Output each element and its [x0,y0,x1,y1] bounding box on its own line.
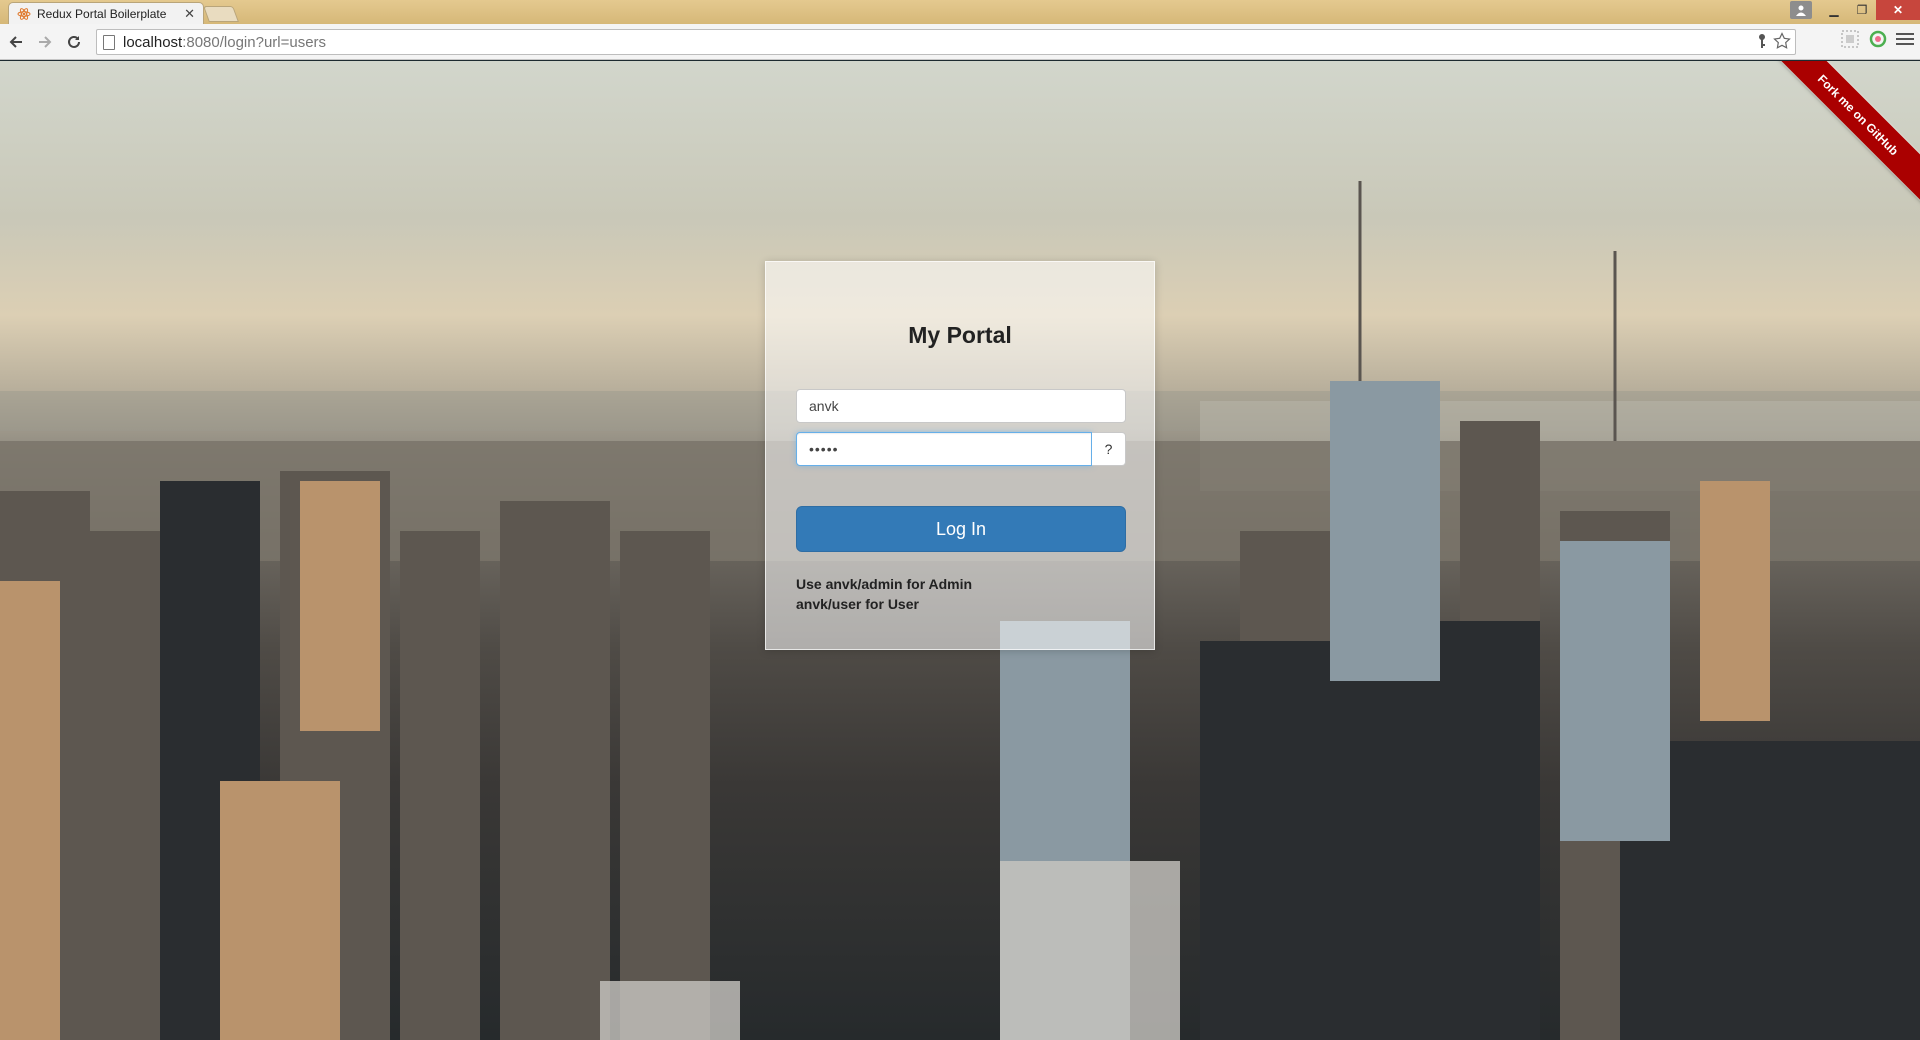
login-hint: Use anvk/admin for Admin anvk/user for U… [796,574,1124,614]
star-icon[interactable] [1773,32,1791,54]
url-host: localhost [123,33,183,51]
url-path: :8080/login?url=users [182,33,327,51]
tab-close-icon[interactable]: ✕ [184,7,195,20]
hint-admin: Use anvk/admin for Admin [796,576,973,592]
extension-circle-icon[interactable] [1868,29,1888,49]
login-button[interactable]: Log In [796,506,1126,552]
browser-tab[interactable]: Redux Portal Boilerplate ✕ [8,2,204,24]
minimize-icon[interactable]: ▁ [1820,0,1848,20]
forward-arrow-icon[interactable] [32,29,58,55]
react-favicon-icon [17,7,31,21]
portal-title: My Portal [908,322,1012,348]
password-input[interactable] [796,432,1092,466]
back-arrow-icon[interactable] [3,29,29,55]
login-card: My Portal ? Log In Use anvk/admin for Ad… [765,261,1155,650]
password-help-button[interactable]: ? [1092,432,1126,466]
fork-me-ribbon-label[interactable]: Fork me on GitHub [1770,61,1920,203]
reload-icon[interactable] [61,29,87,55]
page-icon [103,34,115,50]
hint-user: anvk/user for User [796,596,919,612]
password-row: ? [796,432,1126,466]
close-window-icon[interactable]: ✕ [1876,0,1920,20]
username-input[interactable] [796,389,1126,423]
key-icon[interactable] [1757,33,1767,53]
new-tab-button[interactable] [203,6,239,22]
address-bar[interactable]: localhost:8080/login?url=users [96,29,1796,55]
browser-toolbar: localhost:8080/login?url=users [0,24,1920,60]
browser-titlebar: Redux Portal Boilerplate ✕ ▁ ❐ ✕ [0,0,1920,24]
tab-title: Redux Portal Boilerplate [37,6,167,21]
window-controls: ▁ ❐ ✕ [1790,0,1920,20]
restore-icon[interactable]: ❐ [1848,0,1876,20]
extension-grid-icon[interactable] [1840,29,1860,49]
profile-icon[interactable] [1790,1,1812,19]
github-ribbon[interactable]: Fork me on GitHub [1760,61,1920,221]
page-viewport: Fork me on GitHub My Portal ? Log In Use… [0,61,1920,1040]
hamburger-menu-icon[interactable] [1896,29,1914,49]
